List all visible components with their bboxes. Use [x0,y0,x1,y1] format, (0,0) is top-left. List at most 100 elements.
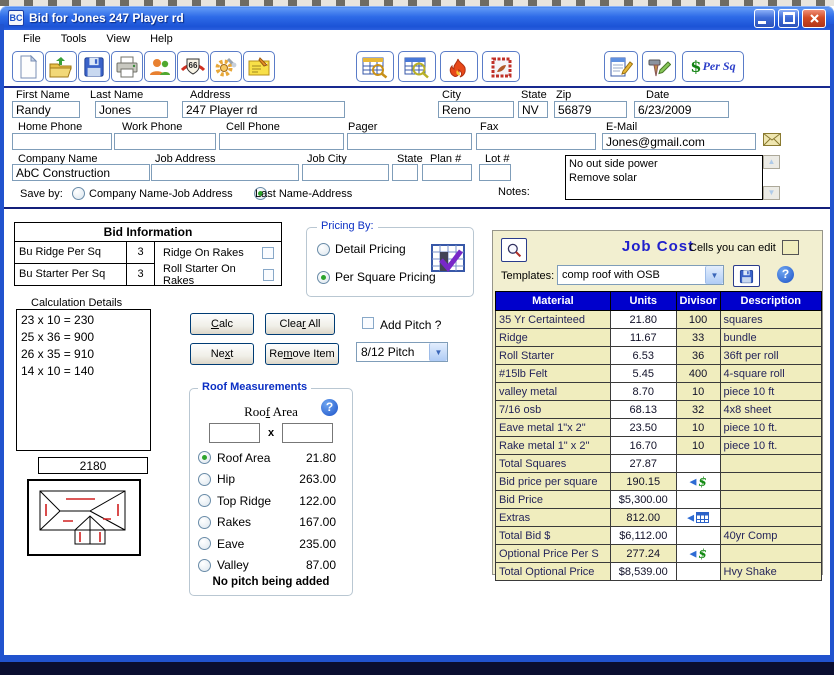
remove-item-button[interactable]: Remove Item [265,343,339,365]
roof-measure-radio[interactable] [198,494,211,507]
description-cell[interactable]: piece 10 ft. [720,437,821,455]
divisor-cell[interactable]: 100 [676,311,720,329]
price-per-square-button[interactable]: $ Per Sq [682,51,744,82]
roof-measure-radio[interactable] [198,516,211,529]
divisor-cell[interactable]: 400 [676,365,720,383]
material-cell[interactable]: Bid Price [496,491,611,509]
job-cost-search-button[interactable] [501,238,527,262]
job-report-search-button[interactable] [398,51,436,82]
description-cell[interactable]: 4x8 sheet [720,401,821,419]
state-field[interactable] [518,101,548,118]
detail-pricing-radio[interactable] [317,243,330,256]
divisor-cell[interactable]: 10 [676,383,720,401]
hot-sheet-button[interactable] [440,51,478,82]
apply-arrow-icon[interactable]: ◀ [687,512,694,522]
material-cell[interactable]: Extras [496,509,611,527]
menu-tools[interactable]: Tools [52,31,96,47]
units-cell[interactable]: 812.00 [610,509,676,527]
new-document-button[interactable] [12,51,44,82]
clear-all-button[interactable]: Clear All [265,313,335,335]
material-cell[interactable]: valley metal [496,383,611,401]
print-button[interactable] [111,51,143,82]
description-cell[interactable]: 4-square roll [720,365,821,383]
material-cell[interactable]: Optional Price Per S [496,545,611,563]
description-cell[interactable] [720,455,821,473]
divisor-cell[interactable]: 10 [676,437,720,455]
notes-card-button[interactable] [243,51,275,82]
dollar-icon[interactable]: $ [698,547,706,561]
roof-measure-radio[interactable] [198,473,211,486]
roof-measure-radio[interactable] [198,559,211,572]
calc-line[interactable]: 14 x 10 = 140 [21,363,146,380]
menu-help[interactable]: Help [141,31,182,47]
add-pitch-label[interactable]: Add Pitch ? [380,318,441,332]
units-cell[interactable]: 277.24 [610,545,676,563]
tools-edit-button[interactable] [642,51,676,82]
roof-measure-label[interactable]: Hip [217,472,278,486]
calc-button[interactable]: Calc [190,313,254,335]
description-cell[interactable]: 40yr Comp [720,527,821,545]
work-phone-field[interactable] [114,133,216,150]
material-cell[interactable]: Eave metal 1"x 2" [496,419,611,437]
pitch-dropdown-arrow-icon[interactable]: ▼ [429,343,447,361]
description-cell[interactable] [720,491,821,509]
date-field[interactable] [634,101,729,118]
description-cell[interactable]: piece 10 ft [720,383,821,401]
description-cell[interactable]: bundle [720,329,821,347]
description-cell[interactable]: 36ft per roll [720,347,821,365]
roll-starter-checkbox[interactable] [263,269,274,281]
material-cell[interactable]: Total Squares [496,455,611,473]
settings-button[interactable] [210,51,242,82]
job-cost-help-icon[interactable]: ? [777,266,794,283]
roof-measure-label[interactable]: Rakes [217,515,278,529]
roof-width-field[interactable] [209,423,260,443]
cell-phone-field[interactable] [219,133,344,150]
home-phone-field[interactable] [12,133,112,150]
material-cell[interactable]: Total Optional Price [496,563,611,581]
per-square-pricing-label[interactable]: Per Square Pricing [335,270,436,284]
roof-measure-label[interactable]: Roof Area [217,451,278,465]
roof-length-field[interactable] [282,423,333,443]
next-button[interactable]: Next [190,343,254,365]
job-address-field[interactable] [151,164,299,181]
maximize-button[interactable] [778,9,799,28]
minimize-button[interactable] [754,9,775,28]
material-cell[interactable]: Roll Starter [496,347,611,365]
units-cell[interactable]: 190.15 [610,473,676,491]
menu-view[interactable]: View [97,31,139,47]
title-bar[interactable]: BC Bid for Jones 247 Player rd [0,6,834,30]
bu-starter-value[interactable]: 3 [127,264,155,285]
divisor-cell[interactable]: 36 [676,347,720,365]
pitch-select[interactable]: 8/12 Pitch ▼ [356,342,448,362]
last-name-field[interactable] [95,101,168,118]
save-by-company-label[interactable]: Company Name-Job Address [89,188,233,200]
calc-line[interactable]: 26 x 35 = 910 [21,346,146,363]
material-cell[interactable]: #15lb Felt [496,365,611,383]
scroll-down-button[interactable]: ▼ [763,186,780,200]
divisor-cell[interactable]: ◀$ [676,545,720,563]
save-by-company-radio[interactable] [72,187,85,200]
apply-arrow-icon[interactable]: ◀ [689,476,696,486]
save-by-lastname-label[interactable]: Last Name-Address [255,188,352,200]
contacts-button[interactable] [144,51,176,82]
job-city-field[interactable] [302,164,389,181]
divisor-cell[interactable]: 32 [676,401,720,419]
pager-field[interactable] [347,133,472,150]
description-cell[interactable]: squares [720,311,821,329]
save-button[interactable] [78,51,110,82]
company-name-field[interactable] [12,164,150,181]
calculation-details-list[interactable]: 23 x 10 = 23025 x 36 = 90026 x 35 = 9101… [16,309,151,451]
material-cell[interactable]: Ridge [496,329,611,347]
city-field[interactable] [438,101,514,118]
bid-report-search-button[interactable] [356,51,394,82]
roof-measure-label[interactable]: Eave [217,537,278,551]
material-cell[interactable]: Total Bid $ [496,527,611,545]
description-cell[interactable]: piece 10 ft. [720,419,821,437]
ridge-on-rakes-checkbox[interactable] [262,247,274,259]
menu-file[interactable]: File [14,31,50,47]
divisor-cell[interactable]: ◀ [676,509,720,527]
material-board-button[interactable] [482,51,520,82]
roof-measure-label[interactable]: Valley [217,558,278,572]
first-name-field[interactable] [12,101,80,118]
templates-select[interactable]: comp roof with OSB ▼ [557,265,724,285]
